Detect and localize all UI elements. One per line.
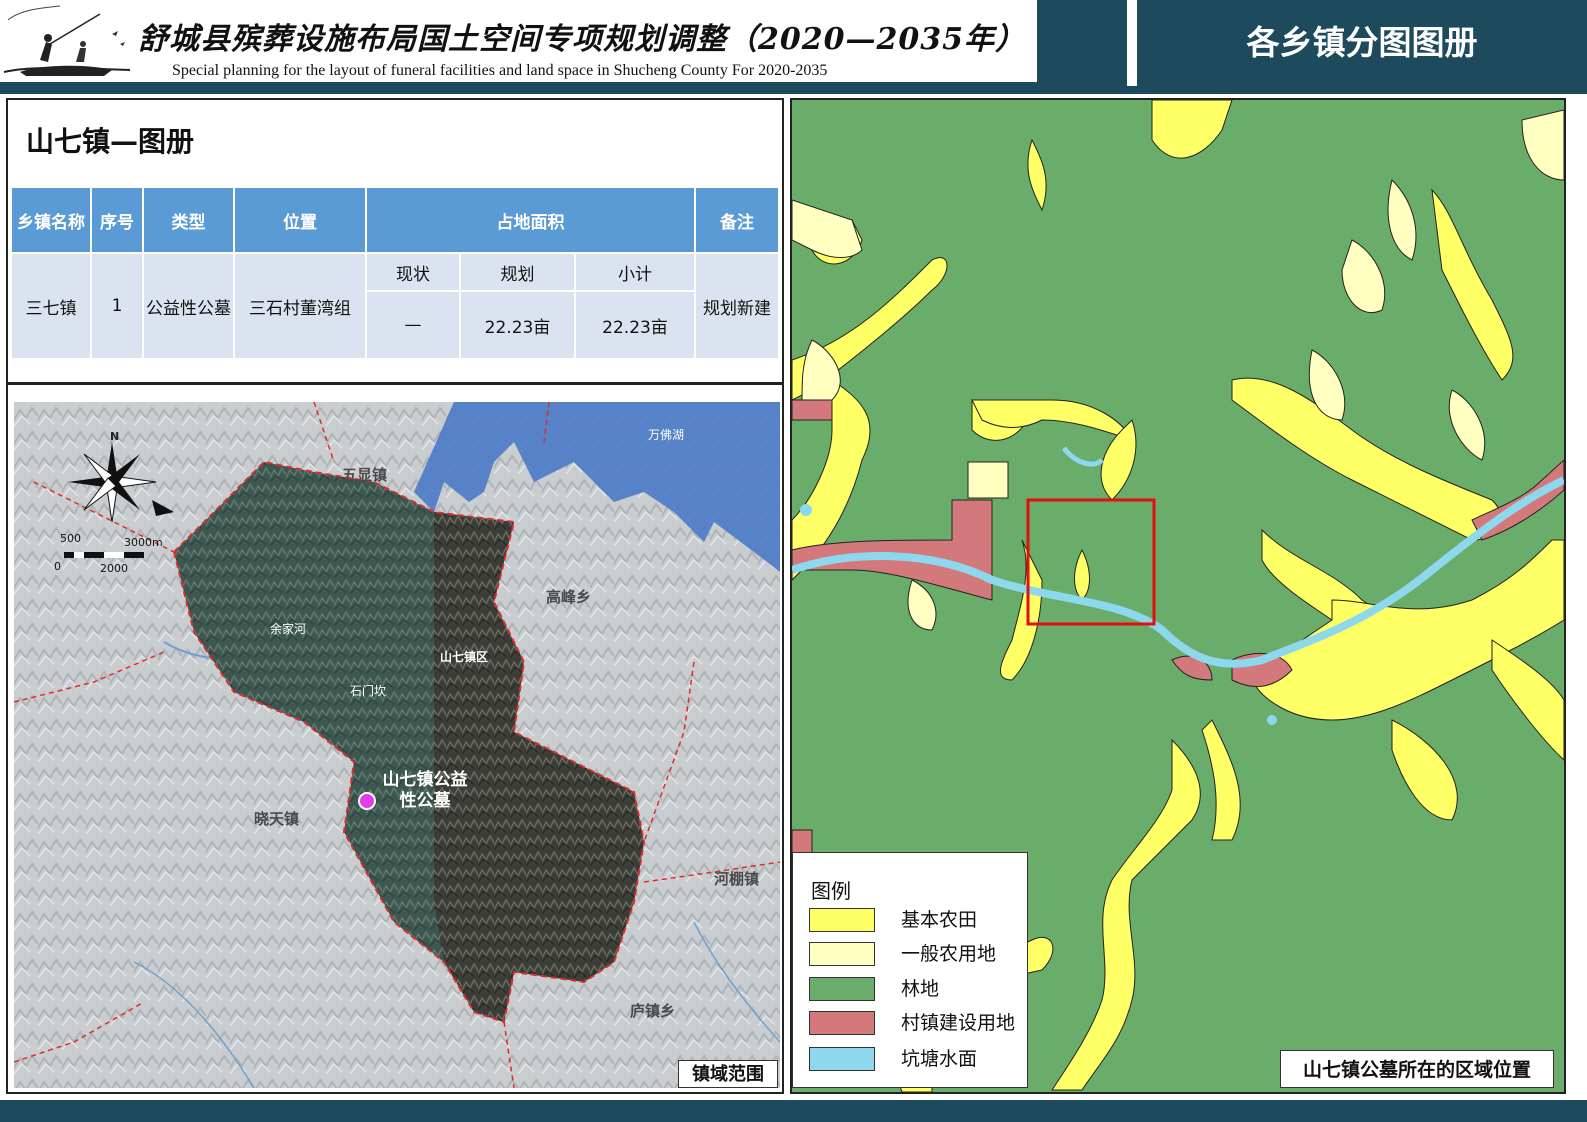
header-area: 占地面积 xyxy=(365,186,696,254)
label-shimenkan: 石门坎 xyxy=(350,684,387,698)
subheader-subtotal: 小计 xyxy=(574,252,696,292)
plan-title-cn: 舒城县殡葬设施布局国土空间专项规划调整（2020—2035年） xyxy=(138,22,1026,57)
town-overview-map[interactable]: N 500 3000m 0 2000 五显镇 万佛湖 高峰乡 余家河 山七镇区 … xyxy=(14,402,780,1088)
label-wuxian: 五显镇 xyxy=(342,466,388,484)
panel-divider xyxy=(6,382,784,385)
cell-town: 三七镇 xyxy=(10,252,92,360)
header-note: 备注 xyxy=(694,186,780,254)
legend-swatch xyxy=(809,942,875,966)
footer-strip xyxy=(0,1100,1587,1122)
cell-type: 公益性公墓 xyxy=(142,252,235,360)
legend-label: 村镇建设用地 xyxy=(901,1012,1016,1034)
scale-label-500: 500 xyxy=(60,532,81,545)
scale-bar-icon xyxy=(64,552,144,558)
legend-title: 图例 xyxy=(811,879,851,903)
landuse-caption: 山七镇公墓所在的区域位置 xyxy=(1280,1050,1554,1088)
legend-label: 林地 xyxy=(901,978,940,1000)
panel-title: 山七镇—图册 xyxy=(26,125,195,158)
legend-label: 一般农用地 xyxy=(901,943,997,965)
cell-seq: 1 xyxy=(90,252,144,360)
terrain-map-graphic xyxy=(14,402,780,1088)
facility-table: 乡镇名称 序号 类型 位置 占地面积 备注 三七镇 1 公益性公墓 三石村董湾组… xyxy=(10,186,780,360)
label-shanqi-area: 山七镇区 xyxy=(440,650,489,664)
cell-planned: 22.23亩 xyxy=(459,290,576,360)
legend-swatch xyxy=(809,1047,875,1071)
legend-swatch xyxy=(809,908,875,932)
cell-note: 规划新建 xyxy=(694,252,780,360)
legend-swatch xyxy=(809,1011,875,1035)
label-hepeng: 河棚镇 xyxy=(714,870,760,888)
cell-current: — xyxy=(365,290,461,360)
header-type: 类型 xyxy=(142,186,235,254)
legend-label: 坑塘水面 xyxy=(901,1048,978,1070)
header-location: 位置 xyxy=(233,186,367,254)
subheader-current: 现状 xyxy=(365,252,461,292)
header-banner: 舒城县殡葬设施布局国土空间专项规划调整（2020—2035年） Special … xyxy=(0,0,1037,86)
label-gaofeng: 高峰乡 xyxy=(546,588,592,606)
header-accent-block xyxy=(1037,0,1127,86)
label-luzhen: 庐镇乡 xyxy=(630,1002,676,1020)
header-strip xyxy=(0,86,1587,94)
label-wanfo: 万佛湖 xyxy=(648,428,685,442)
cell-subtotal: 22.23亩 xyxy=(574,290,696,360)
cell-location: 三石村董湾组 xyxy=(233,252,367,360)
north-label: N xyxy=(110,430,120,443)
header-seq: 序号 xyxy=(90,186,144,254)
plan-title-en: Special planning for the layout of funer… xyxy=(172,62,828,79)
overview-caption: 镇域范围 xyxy=(678,1060,778,1088)
label-xiaotian: 晓天镇 xyxy=(254,810,300,828)
label-yujiahe: 余家河 xyxy=(270,622,307,636)
cemetery-site-marker[interactable] xyxy=(358,792,376,810)
label-cemetery-site: 山七镇公益性公墓 xyxy=(382,770,468,811)
scale-label-0: 0 xyxy=(54,560,61,573)
legend-label: 基本农田 xyxy=(901,909,978,931)
map-legend: 图例 基本农田 一般农用地 林地 村镇建设用地 坑塘水面 xyxy=(792,852,1028,1088)
legend-swatch xyxy=(809,977,875,1001)
scale-label-3000: 3000m xyxy=(124,536,163,549)
fisherman-logo-icon xyxy=(3,5,131,76)
header-town: 乡镇名称 xyxy=(10,186,92,254)
subheader-planned: 规划 xyxy=(459,252,576,292)
header-gap xyxy=(1127,0,1137,86)
section-title: 各乡镇分图图册 xyxy=(1137,0,1587,86)
scale-label-2000: 2000 xyxy=(100,562,128,575)
